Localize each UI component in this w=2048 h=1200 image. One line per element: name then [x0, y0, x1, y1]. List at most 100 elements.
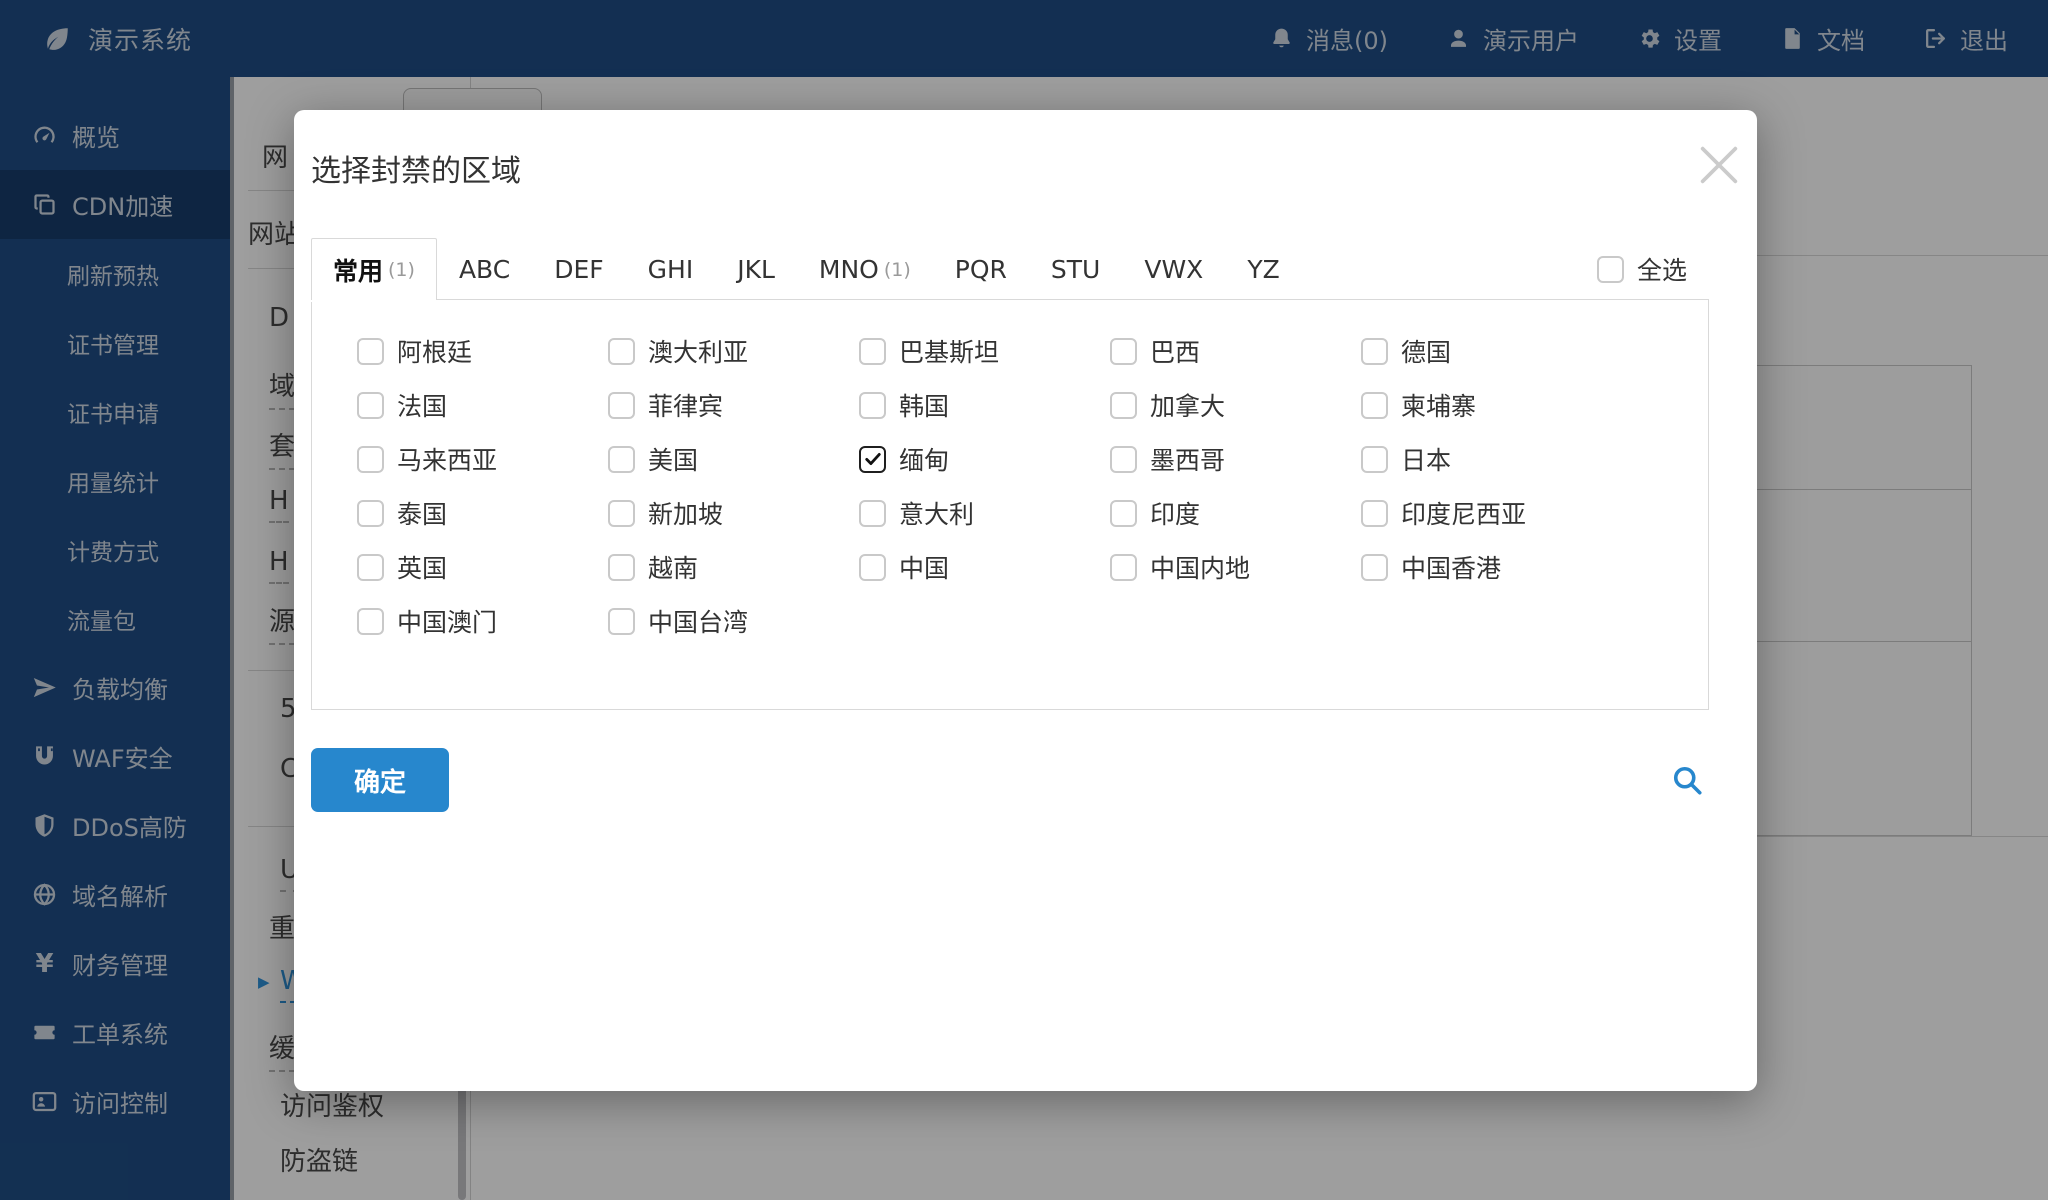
region-checkbox-item[interactable]: 缅甸: [859, 441, 1110, 477]
region-label: 德国: [1401, 333, 1451, 369]
close-icon[interactable]: [1689, 136, 1749, 196]
tab-stu[interactable]: STU: [1029, 238, 1122, 300]
checkbox-unchecked[interactable]: [608, 500, 635, 527]
tab-common[interactable]: 常用(1): [311, 238, 437, 300]
tab-label: GHI: [648, 255, 694, 284]
tab-label: JKL: [737, 255, 775, 284]
tab-def[interactable]: DEF: [532, 238, 625, 300]
region-label: 韩国: [899, 387, 949, 423]
region-checkbox-item[interactable]: 中国香港: [1361, 549, 1612, 585]
region-checkbox-item[interactable]: 澳大利亚: [608, 333, 859, 369]
app-root: 演示系统 消息(0)演示用户设置文档退出 概览CDN加速刷新预热证书管理证书申请…: [0, 0, 2048, 1200]
checkbox-unchecked[interactable]: [1361, 500, 1388, 527]
region-checkbox-item[interactable]: 英国: [357, 549, 608, 585]
select-all-checkbox[interactable]: [1597, 256, 1624, 283]
checkbox-unchecked[interactable]: [1361, 338, 1388, 365]
checkbox-checked[interactable]: [859, 446, 886, 473]
modal-title: 选择封禁的区域: [311, 146, 1709, 190]
region-label: 意大利: [899, 495, 974, 531]
checkbox-unchecked[interactable]: [859, 554, 886, 581]
checkbox-unchecked[interactable]: [1361, 554, 1388, 581]
checkbox-unchecked[interactable]: [859, 392, 886, 419]
checkbox-unchecked[interactable]: [357, 554, 384, 581]
region-checkbox-item[interactable]: 日本: [1361, 441, 1612, 477]
checkbox-unchecked[interactable]: [859, 500, 886, 527]
checkbox-unchecked[interactable]: [1110, 446, 1137, 473]
checkbox-unchecked[interactable]: [357, 392, 384, 419]
region-checkbox-item[interactable]: 法国: [357, 387, 608, 423]
tab-abc[interactable]: ABC: [437, 238, 532, 300]
region-checkbox-item[interactable]: 新加坡: [608, 495, 859, 531]
region-checkbox-item[interactable]: 中国: [859, 549, 1110, 585]
region-label: 中国内地: [1150, 549, 1250, 585]
region-checkbox-item[interactable]: 意大利: [859, 495, 1110, 531]
region-checkbox-item[interactable]: 中国内地: [1110, 549, 1361, 585]
checkbox-unchecked[interactable]: [608, 446, 635, 473]
checkbox-unchecked[interactable]: [608, 608, 635, 635]
region-checkbox-item[interactable]: 越南: [608, 549, 859, 585]
region-list: 阿根廷 澳大利亚 巴基斯坦 巴西 德国法国菲律宾 韩国 加拿大 柬埔寨马来西亚 美国 缅甸 墨西哥日…: [311, 299, 1709, 710]
select-all-label: 全选: [1637, 251, 1687, 287]
checkbox-unchecked[interactable]: [859, 338, 886, 365]
region-label: 加拿大: [1150, 387, 1225, 423]
region-checkbox-item[interactable]: 泰国: [357, 495, 608, 531]
checkbox-unchecked[interactable]: [357, 338, 384, 365]
search-icon[interactable]: [1669, 762, 1705, 798]
region-checkbox-item[interactable]: 菲律宾: [608, 387, 859, 423]
tab-label: DEF: [554, 255, 603, 284]
tab-label: 常用: [333, 252, 383, 288]
tab-yz[interactable]: YZ: [1225, 238, 1301, 300]
region-label: 泰国: [397, 495, 447, 531]
region-label: 缅甸: [899, 441, 949, 477]
checkbox-unchecked[interactable]: [608, 338, 635, 365]
checkbox-unchecked[interactable]: [357, 608, 384, 635]
region-checkbox-item[interactable]: 巴西: [1110, 333, 1361, 369]
region-label: 越南: [648, 549, 698, 585]
checkbox-unchecked[interactable]: [608, 554, 635, 581]
modal-footer: 确定: [311, 748, 1709, 812]
tab-count: (1): [388, 259, 415, 281]
region-checkbox-item[interactable]: 韩国: [859, 387, 1110, 423]
region-checkbox-item[interactable]: 墨西哥: [1110, 441, 1361, 477]
tab-label: STU: [1051, 255, 1100, 284]
select-all[interactable]: 全选: [1597, 251, 1687, 287]
region-checkbox-item[interactable]: 加拿大: [1110, 387, 1361, 423]
region-checkbox-item[interactable]: 阿根廷: [357, 333, 608, 369]
region-checkbox-item[interactable]: 印度尼西亚: [1361, 495, 1612, 531]
tab-label: YZ: [1247, 255, 1279, 284]
region-label: 澳大利亚: [648, 333, 748, 369]
confirm-button[interactable]: 确定: [311, 748, 449, 812]
checkbox-unchecked[interactable]: [608, 392, 635, 419]
region-label: 巴基斯坦: [899, 333, 999, 369]
region-checkbox-item[interactable]: 柬埔寨: [1361, 387, 1612, 423]
region-label: 巴西: [1150, 333, 1200, 369]
region-label: 中国香港: [1401, 549, 1501, 585]
region-checkbox-item[interactable]: 印度: [1110, 495, 1361, 531]
checkbox-unchecked[interactable]: [1110, 392, 1137, 419]
checkbox-unchecked[interactable]: [357, 500, 384, 527]
tab-pqr[interactable]: PQR: [933, 238, 1029, 300]
region-label: 美国: [648, 441, 698, 477]
checkbox-unchecked[interactable]: [1110, 338, 1137, 365]
region-checkbox-item[interactable]: 巴基斯坦: [859, 333, 1110, 369]
checkbox-unchecked[interactable]: [1361, 446, 1388, 473]
tab-vwx[interactable]: VWX: [1122, 238, 1225, 300]
region-checkbox-item[interactable]: 中国台湾: [608, 603, 859, 639]
region-checkbox-item[interactable]: 中国澳门: [357, 603, 608, 639]
tab-mno[interactable]: MNO(1): [797, 238, 933, 300]
region-checkbox-item[interactable]: 德国: [1361, 333, 1612, 369]
tab-count: (1): [884, 259, 911, 281]
tab-jkl[interactable]: JKL: [715, 238, 797, 300]
region-label: 英国: [397, 549, 447, 585]
checkbox-unchecked[interactable]: [357, 446, 384, 473]
checkbox-unchecked[interactable]: [1110, 500, 1137, 527]
tab-ghi[interactable]: GHI: [626, 238, 716, 300]
region-label: 印度尼西亚: [1401, 495, 1526, 531]
tab-label: VWX: [1144, 255, 1203, 284]
region-label: 印度: [1150, 495, 1200, 531]
region-label: 马来西亚: [397, 441, 497, 477]
checkbox-unchecked[interactable]: [1361, 392, 1388, 419]
checkbox-unchecked[interactable]: [1110, 554, 1137, 581]
region-checkbox-item[interactable]: 美国: [608, 441, 859, 477]
region-checkbox-item[interactable]: 马来西亚: [357, 441, 608, 477]
